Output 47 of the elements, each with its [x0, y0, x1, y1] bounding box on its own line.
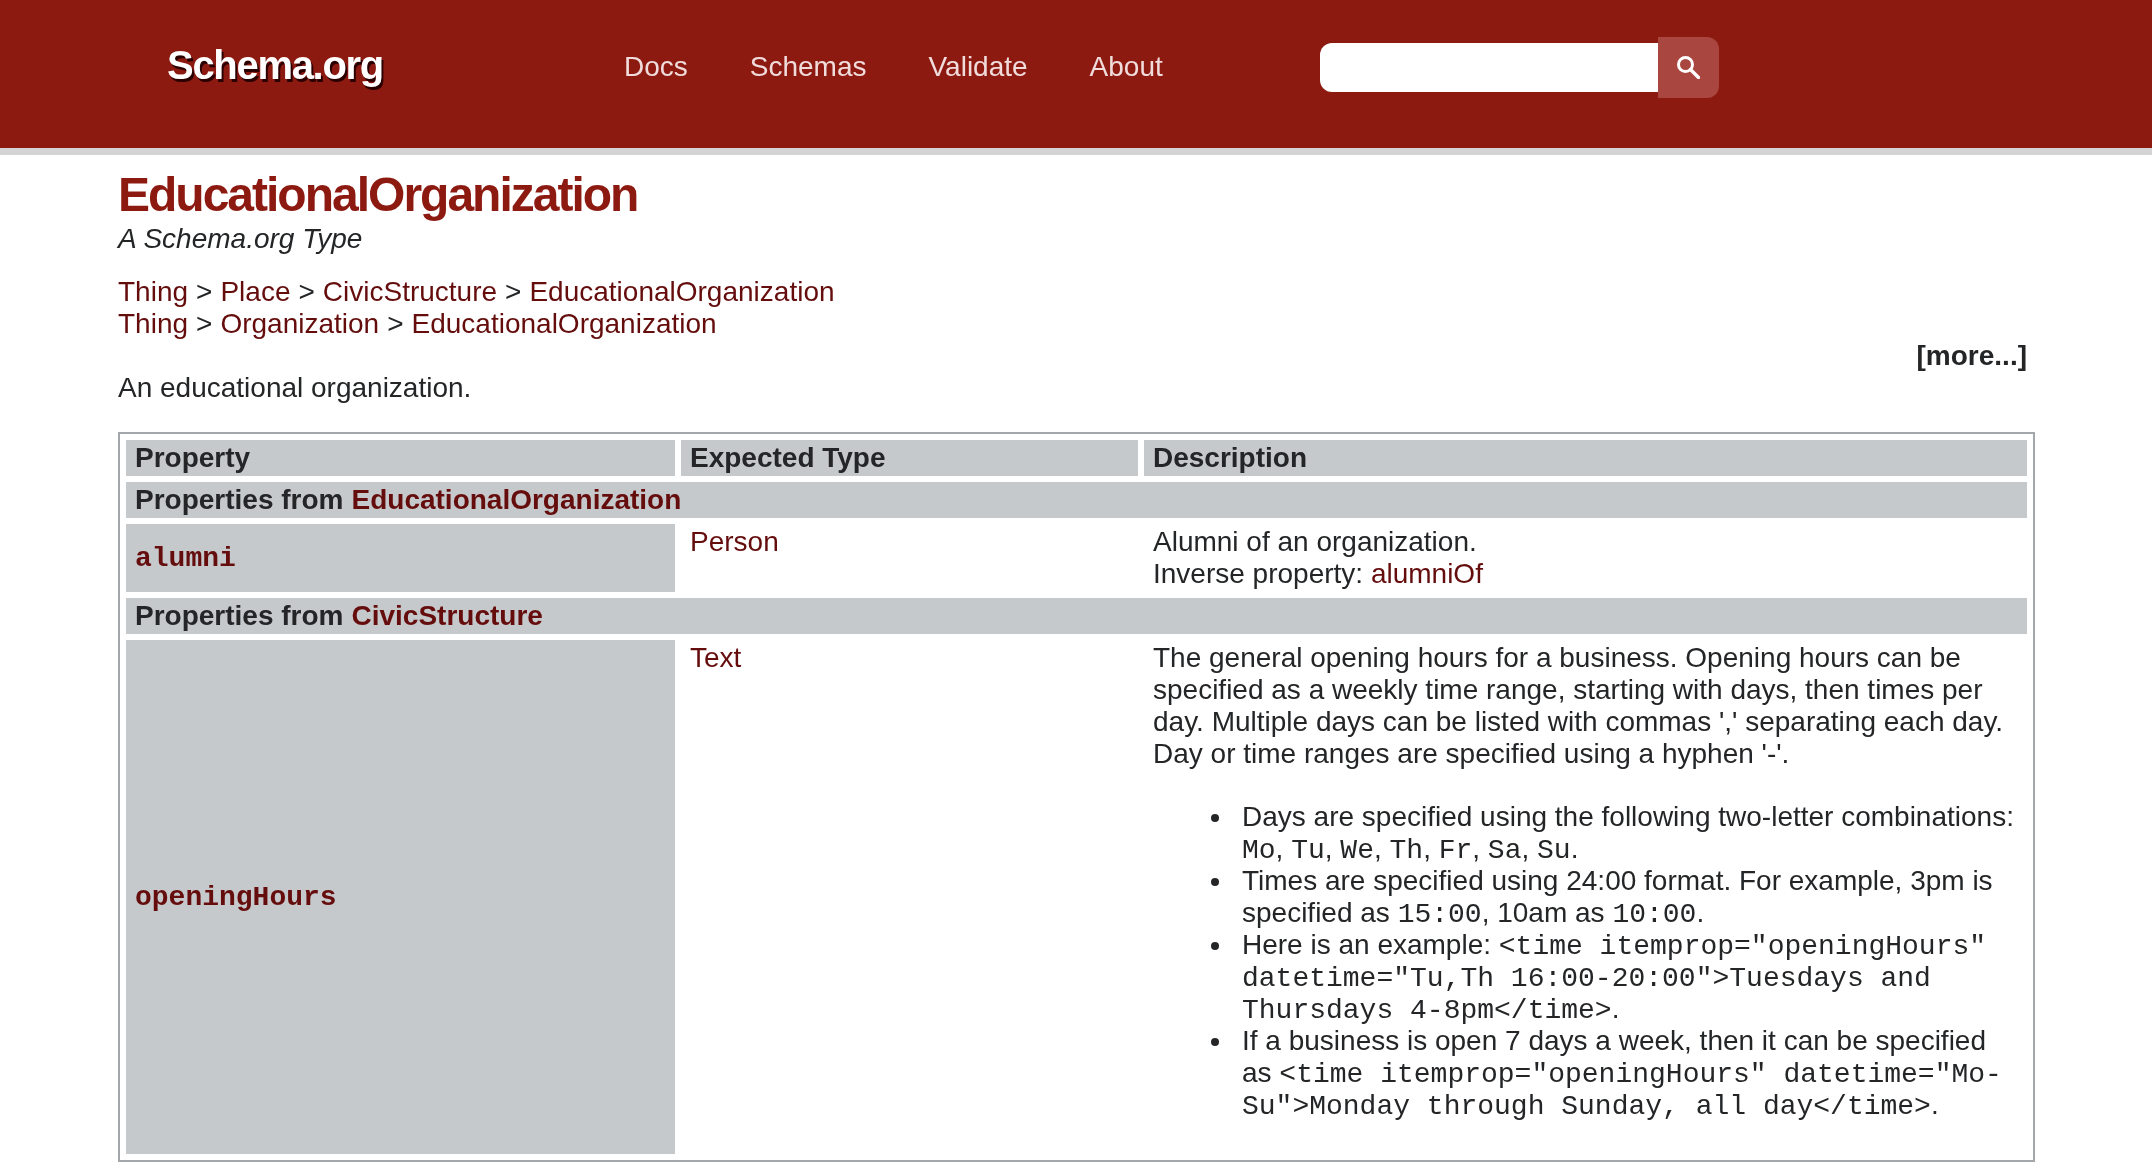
breadcrumb-separator: > — [196, 276, 213, 307]
breadcrumb-separator: > — [387, 308, 404, 339]
nav-link[interactable]: Validate — [928, 51, 1028, 83]
type-link[interactable]: EducationalOrganization — [351, 484, 682, 515]
section-label: Properties from — [135, 600, 344, 631]
search-icon — [1676, 55, 1701, 79]
bullet-icon — [1211, 1038, 1219, 1046]
section-label: Properties from — [135, 484, 344, 515]
list-item-text: Times are specified using 24:00 format. For example, 3pm is specified as 15:00, 10am as 10:00. — [1242, 865, 1994, 929]
site-logo[interactable]: Schema.org — [167, 41, 383, 88]
property-link[interactable]: openingHours — [135, 882, 337, 913]
type-link[interactable]: Person — [690, 526, 779, 557]
search-button[interactable] — [1657, 36, 1719, 98]
column-header: Property — [126, 440, 675, 476]
description-text: Alumni of an organization. — [1153, 526, 1477, 558]
breadcrumb-link[interactable]: Place — [220, 276, 291, 307]
type-link[interactable]: Text — [690, 642, 742, 673]
nav-link[interactable]: Schemas — [749, 51, 867, 83]
type-description: An educational organization. — [118, 372, 472, 404]
breadcrumb-link[interactable]: EducationalOrganization — [411, 308, 717, 339]
breadcrumb-link[interactable]: Thing — [118, 308, 189, 339]
breadcrumb-link[interactable]: CivicStructure — [322, 276, 498, 307]
property-link[interactable]: alumni — [135, 543, 236, 574]
list-item-text: Here is an example: <time itemprop="openingHours" datetime="Tu,Th 16:00-20:00">Tuesdays and Thursdays 4-8pm</time>. — [1242, 929, 1988, 1025]
breadcrumb-separator: > — [196, 308, 213, 339]
search-field[interactable] — [1319, 42, 1658, 92]
property-link[interactable]: alumniOf — [1370, 558, 1483, 589]
page-subtitle: A Schema.org Type — [118, 223, 363, 255]
column-header: Description — [1144, 440, 2027, 476]
breadcrumb-link[interactable]: Thing — [118, 276, 189, 307]
breadcrumb-link[interactable]: EducationalOrganization — [529, 276, 835, 307]
description-text: Inverse property: alumniOf — [1153, 558, 1483, 590]
bullet-icon — [1211, 942, 1219, 950]
nav-link[interactable]: Docs — [623, 51, 688, 83]
bullet-icon — [1211, 878, 1219, 886]
breadcrumb-link[interactable]: Organization — [220, 308, 380, 339]
type-link[interactable]: CivicStructure — [351, 600, 543, 631]
description-text: The general opening hours for a business. Opening hours can be specified as a weekly time range, starting with days, then times per day. Multiple days can be listed with commas ',' separating each day. Day or time ranges are specified using a hyphen '-'. — [1153, 642, 2005, 770]
breadcrumb-separator: > — [505, 276, 522, 307]
column-header: Expected Type — [681, 440, 1138, 476]
breadcrumb-separator: > — [298, 276, 315, 307]
more-link[interactable]: [more...] — [1916, 340, 2027, 371]
page-title: EducationalOrganization — [118, 167, 638, 223]
list-item-text: If a business is open 7 days a week, then it can be specified as <time itemprop="openingHours" datetime="Mo-Su">Monday through Sunday, all day</time>. — [1242, 1025, 2003, 1121]
nav-link[interactable]: About — [1089, 51, 1163, 83]
list-item-text: Days are specified using the following two-letter combinations: Mo, Tu, We, Th, Fr, Sa, Su. — [1242, 801, 2015, 865]
bullet-icon — [1211, 814, 1219, 822]
